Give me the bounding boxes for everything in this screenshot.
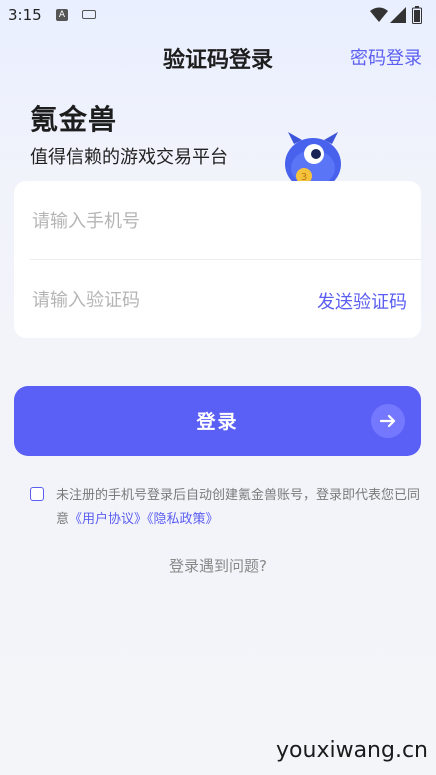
watermark: youxiwang.cn (276, 738, 428, 763)
send-code-button[interactable]: 发送验证码 (317, 288, 407, 314)
keyboard-icon (82, 10, 96, 19)
arrow-right-icon (371, 404, 405, 438)
login-help-link[interactable]: 登录遇到问题? (0, 555, 436, 576)
brand: 氪金兽 (30, 98, 117, 138)
login-button[interactable]: 登录 (14, 386, 421, 456)
privacy-policy-link[interactable]: 《隐私政策》 (147, 512, 219, 527)
wifi-icon (370, 7, 388, 22)
agreement-checkbox[interactable] (30, 487, 44, 501)
verification-code-input[interactable] (30, 284, 294, 316)
phone-input[interactable] (30, 205, 294, 237)
agreement-text: 未注册的手机号登录后自动创建氪金兽账号，登录即代表您已同意《用户协议》《隐私政策… (56, 484, 426, 532)
signal-icon (390, 7, 406, 23)
brand-slogan: 值得信赖的游戏交易平台 (30, 147, 228, 168)
battery-icon (412, 6, 422, 24)
code-field: 发送验证码 (30, 260, 407, 338)
login-form-card: 发送验证码 (14, 181, 421, 338)
header: 验证码登录 密码登录 (0, 38, 436, 78)
login-button-label: 登录 (196, 411, 239, 433)
status-time: 3:15 (8, 6, 42, 24)
phone-field (30, 181, 407, 259)
user-agreement-link[interactable]: 《用户协议》 (69, 512, 147, 527)
password-login-link[interactable]: 密码登录 (350, 44, 422, 70)
status-bar: 3:15 A (0, 0, 436, 30)
brand-name: 氪金兽 (30, 103, 118, 136)
app-notification-icon: A (56, 9, 68, 21)
status-icons (370, 6, 428, 24)
